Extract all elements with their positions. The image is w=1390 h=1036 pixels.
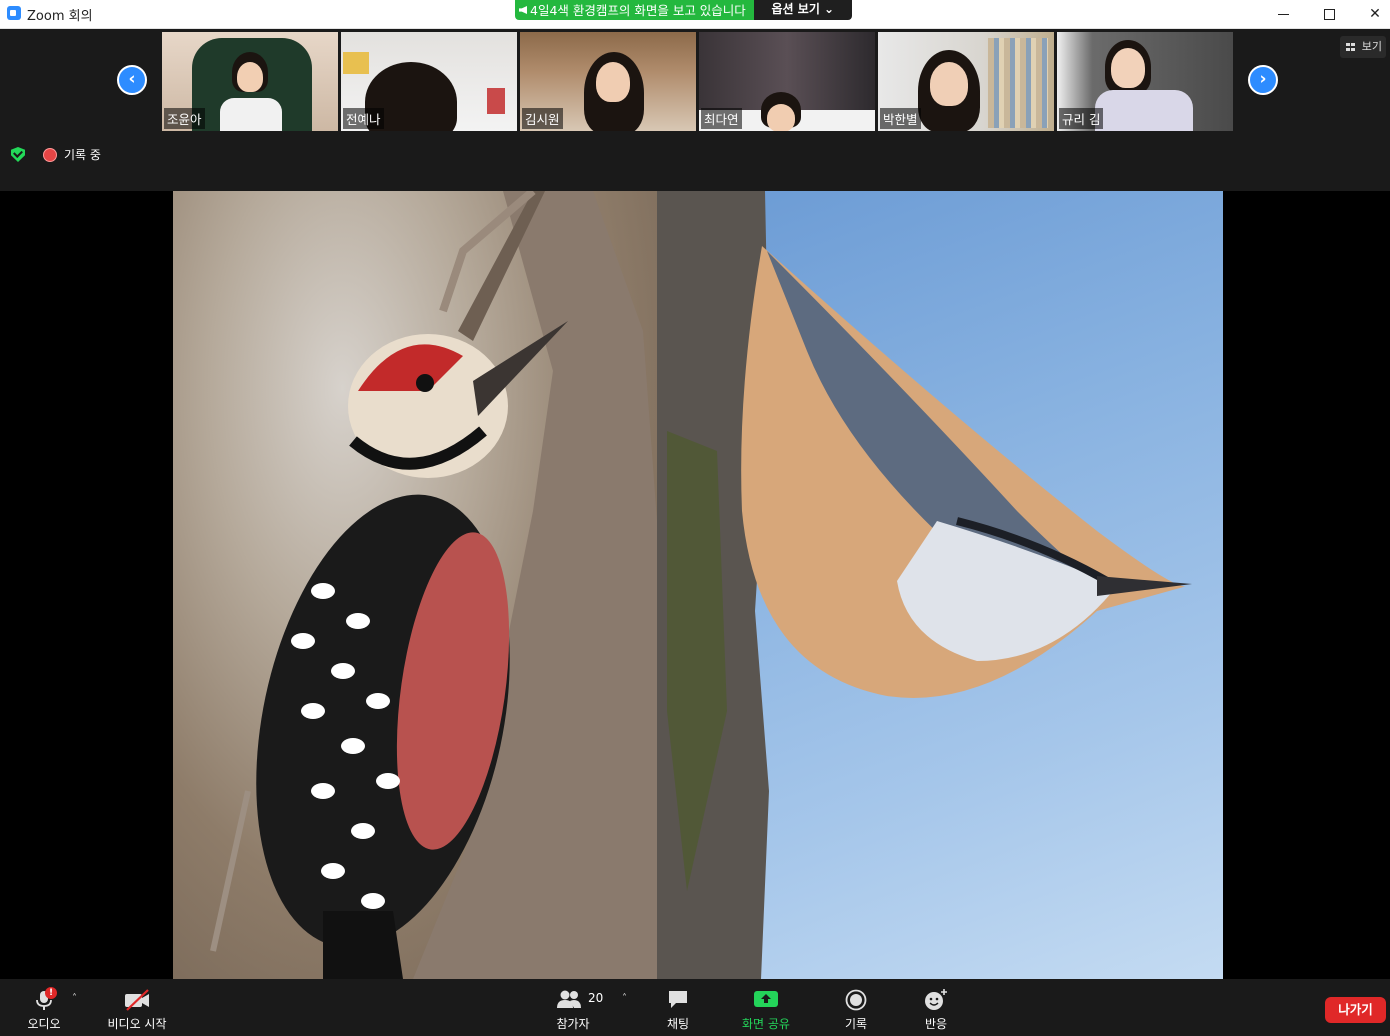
gallery-prev-button[interactable]: ‹ (117, 65, 147, 95)
audio-alert-badge: ! (45, 987, 57, 999)
audio-options-caret[interactable]: ˄ (72, 993, 77, 1004)
face-shape (930, 62, 968, 106)
record-icon (845, 989, 867, 1011)
participant-tile[interactable]: 조윤아 (162, 32, 338, 131)
reactions-label: 반응 (924, 1017, 948, 1031)
tail-shape (323, 911, 403, 979)
recording-icon (44, 149, 56, 161)
participant-name: 규리 김 (1059, 108, 1104, 129)
participants-options-caret[interactable]: ˄ (622, 993, 627, 1004)
shelf-item-shape (487, 88, 505, 114)
participant-tile[interactable]: 규리 김 (1057, 32, 1233, 131)
participants-button[interactable]: 20 참가자 (545, 979, 604, 1036)
participants-count: 20 (588, 991, 604, 1005)
participant-tile[interactable]: 박한별 (878, 32, 1054, 131)
gallery-next-button[interactable]: › (1248, 65, 1278, 95)
record-label: 기록 (844, 1017, 868, 1031)
participant-name: 박한별 (880, 108, 921, 129)
recording-status-label: 기록 중 (64, 148, 101, 162)
bookshelf-shape (988, 38, 1048, 128)
start-video-button[interactable]: 비디오 시작 (100, 979, 174, 1036)
nuthatch-photo (657, 191, 1223, 979)
participant-name: 김시원 (522, 108, 563, 129)
face-shape (596, 62, 630, 102)
view-options-button[interactable]: 옵션 보기 ⌄ (753, 0, 852, 20)
audio-button[interactable]: ! 오디오 (18, 979, 70, 1036)
maximize-button[interactable] (1306, 0, 1352, 28)
nuthatch-illustration (657, 191, 1192, 979)
chat-button[interactable]: 채팅 (656, 979, 700, 1036)
video-off-icon (125, 989, 149, 1011)
participant-tile[interactable]: 김시원 (520, 32, 696, 131)
speaker-icon (519, 6, 527, 14)
face-shape (237, 62, 263, 92)
gallery-view-button[interactable]: 보기 (1340, 36, 1386, 58)
share-banner-text: 4일4색 환경캠프의 화면을 보고 있습니다 (530, 2, 746, 18)
share-screen-icon (754, 991, 778, 1007)
shirt-shape (220, 98, 282, 131)
share-banner-message: 4일4색 환경캠프의 화면을 보고 있습니다 (515, 0, 754, 20)
participant-name: 전예나 (343, 108, 384, 129)
window-title: Zoom 회의 (27, 9, 93, 24)
woodpecker-photo (173, 191, 657, 979)
zoom-logo-icon (7, 6, 21, 20)
reactions-smiley-icon (925, 989, 947, 1010)
security-shield-icon[interactable] (11, 147, 25, 162)
leave-meeting-button[interactable]: 나가기 (1325, 997, 1386, 1023)
participants-label: 참가자 (556, 1017, 590, 1031)
minimize-button[interactable] (1260, 0, 1306, 28)
maximize-icon (1323, 8, 1335, 20)
gallery-view-label: 보기 (1361, 40, 1382, 53)
shelf-item-shape (343, 52, 369, 74)
chat-icon (669, 991, 687, 1008)
close-button[interactable]: ✕ (1352, 0, 1390, 28)
participant-tile[interactable]: 전예나 (341, 32, 517, 131)
start-video-label: 비디오 시작 (107, 1017, 167, 1031)
chat-label: 채팅 (666, 1017, 690, 1031)
screen-share-banner: 4일4색 환경캠프의 화면을 보고 있습니다 옵션 보기 ⌄ (515, 0, 852, 20)
bird-eye-shape (416, 374, 434, 392)
participants-icon (557, 990, 581, 1008)
participant-gallery-strip: ‹ 조윤아 전예나 김시원 최다연 박한별 규리 김 › 보기 기록 중 (0, 29, 1390, 191)
reactions-button[interactable]: 반응 (914, 979, 958, 1036)
meeting-controls-bar: ! 오디오 ˄ 비디오 시작 20 참가자 ˄ 채팅 화면 공유 기록 반응 나… (0, 979, 1390, 1036)
shirt-shape (1095, 90, 1193, 131)
share-screen-label: 화면 공유 (742, 1017, 790, 1031)
twig-shape (210, 790, 251, 952)
share-screen-button[interactable]: 화면 공유 (736, 979, 796, 1036)
audio-label: 오디오 (27, 1017, 61, 1031)
face-shape (767, 104, 795, 131)
record-button[interactable]: 기록 (834, 979, 878, 1036)
participant-name: 최다연 (701, 108, 742, 129)
face-shape (1111, 48, 1145, 88)
shared-screen-area (0, 191, 1390, 979)
woodpecker-illustration (210, 191, 657, 979)
participant-name: 조윤아 (164, 108, 205, 129)
participant-tile[interactable]: 최다연 (699, 32, 875, 131)
minimize-icon (1277, 13, 1289, 15)
grid-view-icon (1346, 43, 1355, 51)
